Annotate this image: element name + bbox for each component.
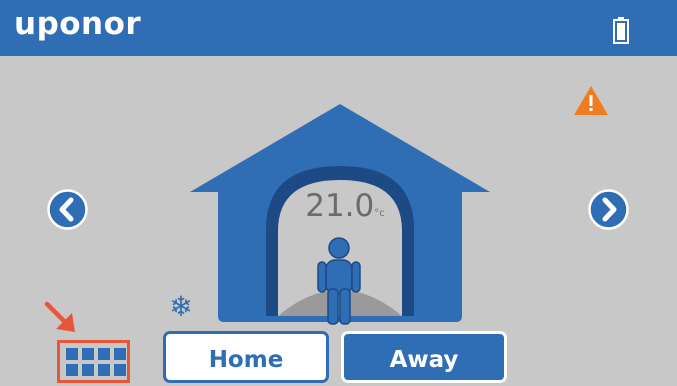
chevron-right-icon[interactable] bbox=[588, 189, 629, 230]
pointer-arrow-icon bbox=[44, 301, 75, 332]
brand-logo: uponor bbox=[14, 6, 142, 42]
temperature-value: 21.0 bbox=[305, 188, 375, 224]
person-icon bbox=[317, 237, 361, 325]
home-mode-button[interactable]: Home bbox=[163, 331, 329, 383]
warning-icon[interactable] bbox=[573, 85, 609, 116]
away-mode-button[interactable]: Away bbox=[341, 331, 507, 383]
battery-full-icon bbox=[613, 17, 629, 44]
calendar-grid-icon bbox=[66, 348, 126, 376]
schedule-button[interactable] bbox=[57, 340, 130, 383]
chevron-left-icon[interactable] bbox=[47, 189, 88, 230]
room-temperature: 21.0°c bbox=[305, 188, 385, 224]
temperature-unit: °c bbox=[374, 208, 385, 219]
top-bar: uponor bbox=[0, 0, 677, 56]
snowflake-icon: ❄ bbox=[169, 290, 193, 323]
